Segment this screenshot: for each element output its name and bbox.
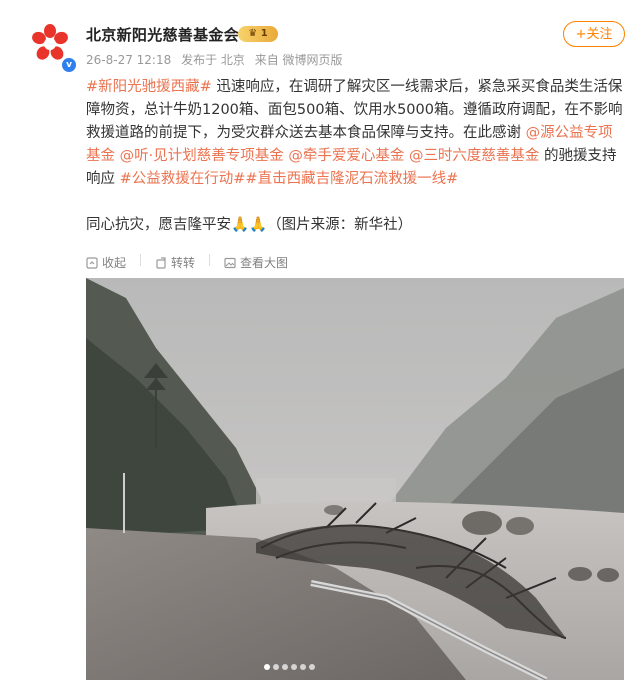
view-large-button[interactable]: 查看大图 bbox=[224, 254, 288, 271]
page-dot[interactable] bbox=[291, 664, 297, 670]
page-dot[interactable] bbox=[264, 664, 270, 670]
hashtag-link[interactable]: #直击西藏吉隆泥石流救援一线# bbox=[245, 171, 458, 187]
rotate-button[interactable]: 转转 bbox=[155, 254, 195, 271]
divider bbox=[209, 254, 211, 266]
rotate-label: 转转 bbox=[171, 256, 196, 270]
verified-badge-icon: v bbox=[60, 56, 78, 74]
page-dot[interactable] bbox=[300, 664, 306, 670]
hashtag-link[interactable]: #公益救援在行动# bbox=[120, 171, 246, 187]
post-date[interactable]: 26-8-27 12:18 bbox=[86, 53, 171, 67]
hashtag-link[interactable]: #新阳光驰援西藏# bbox=[86, 79, 212, 95]
vip-badge: ♛ 1 bbox=[238, 26, 278, 42]
image-actions: 收起 转转 查看大图 bbox=[86, 254, 302, 271]
post-content: #新阳光驰援西藏# 迅速响应，在调研了解灾区一线需求后，紧急采买食品类生活保障物… bbox=[86, 76, 626, 237]
post-photo[interactable] bbox=[86, 278, 624, 680]
mention-link[interactable]: @听·见计划慈善专项基金 bbox=[120, 148, 284, 164]
page-dot[interactable] bbox=[273, 664, 279, 670]
follow-button[interactable]: +关注 bbox=[563, 21, 625, 47]
mention-link[interactable]: @三时六度慈善基金 bbox=[409, 148, 540, 164]
mention-link[interactable]: @牵手爱爱心基金 bbox=[288, 148, 404, 164]
post-location: 发布于 北京 bbox=[181, 53, 245, 67]
page-dot[interactable] bbox=[282, 664, 288, 670]
divider bbox=[140, 254, 142, 266]
view-large-label: 查看大图 bbox=[240, 256, 289, 270]
author-name[interactable]: 北京新阳光慈善基金会 bbox=[86, 24, 239, 45]
post-text-line2: 同心抗灾，愿吉隆平安🙏🙏（图片来源：新华社） bbox=[86, 217, 413, 233]
post-meta: 26-8-27 12:18 发布于 北京 来自 微博网页版 bbox=[86, 51, 349, 68]
collapse-label: 收起 bbox=[102, 256, 127, 270]
page-dot[interactable] bbox=[309, 664, 315, 670]
image-icon bbox=[224, 257, 236, 268]
collapse-icon bbox=[86, 256, 98, 269]
post-source: 来自 微博网页版 bbox=[254, 53, 343, 67]
collapse-button[interactable]: 收起 bbox=[86, 254, 126, 271]
photo-mudslide-valley bbox=[86, 278, 624, 680]
rotate-icon bbox=[156, 256, 166, 269]
image-page-indicator bbox=[264, 664, 315, 670]
